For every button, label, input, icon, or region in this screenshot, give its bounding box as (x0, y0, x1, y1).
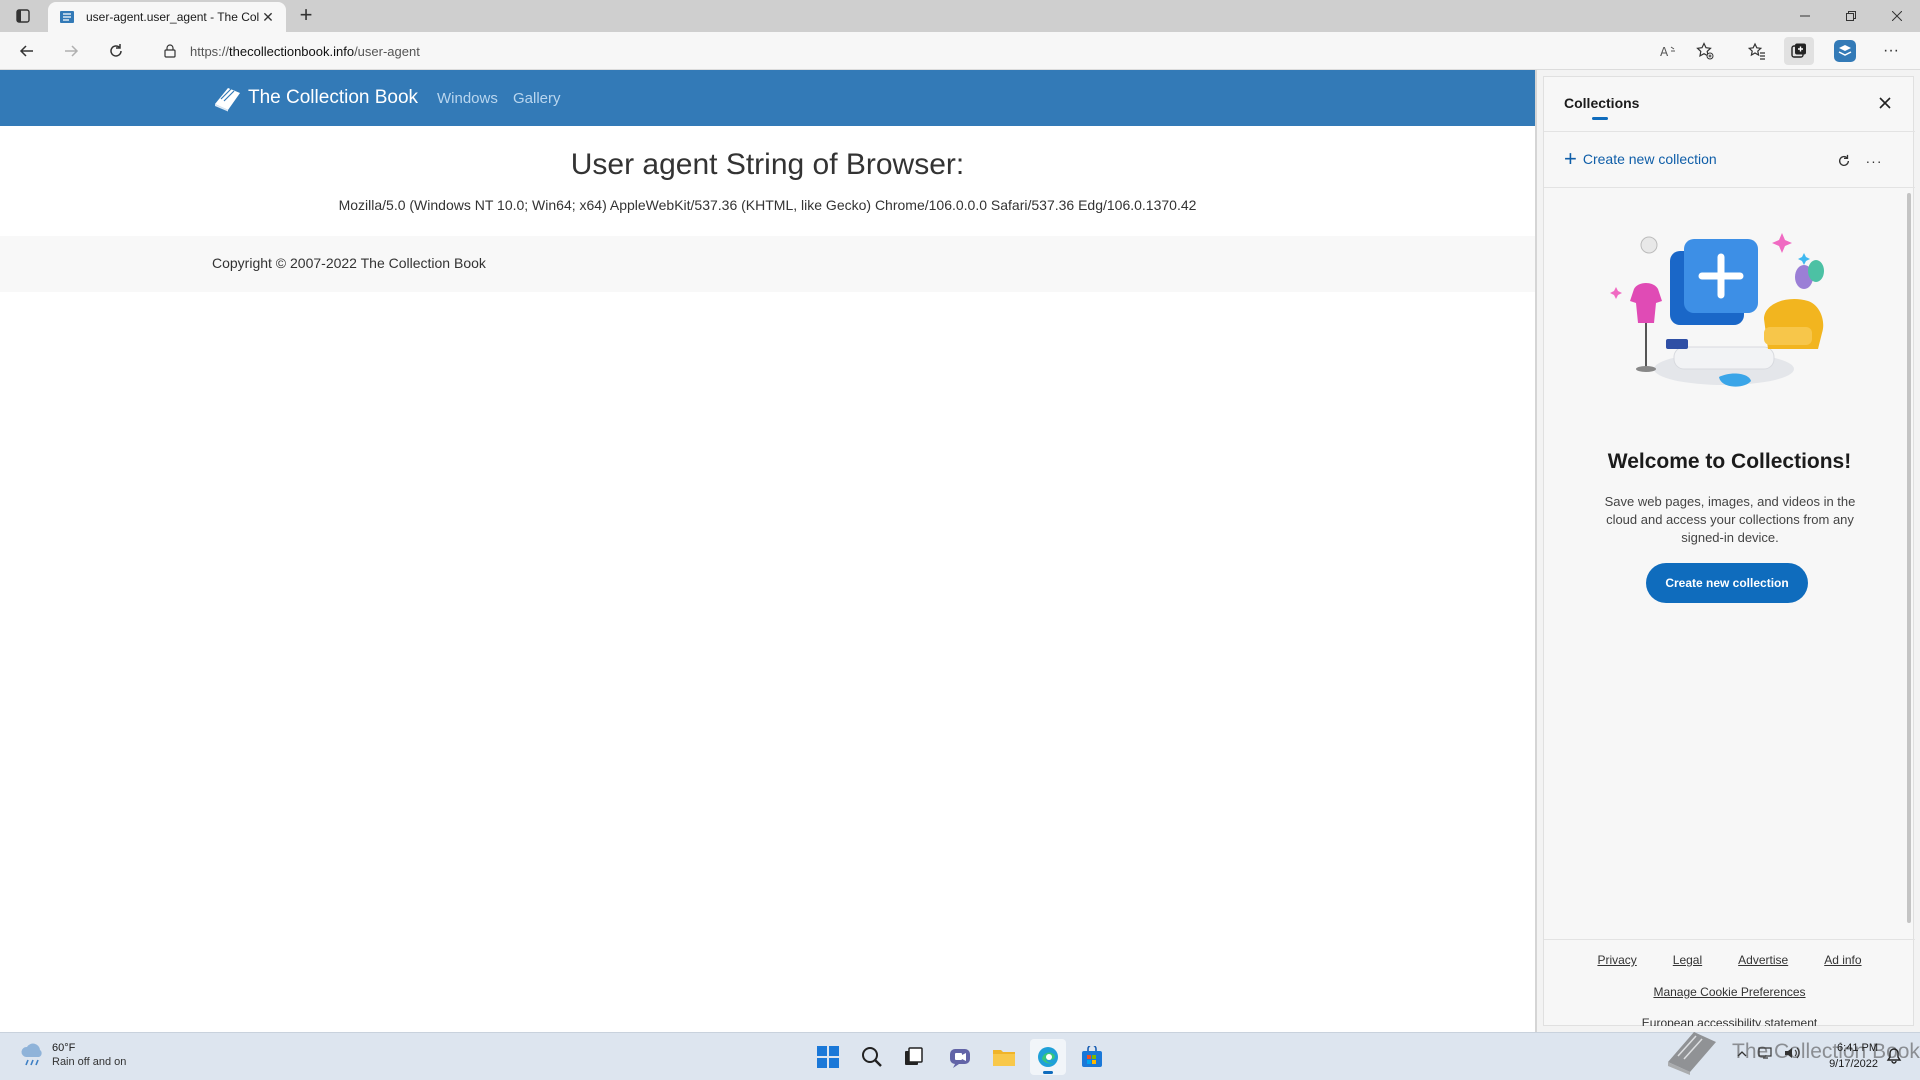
favorite-star-add-icon[interactable] (1690, 37, 1720, 65)
svg-text:A: A (1660, 45, 1669, 59)
welcome-heading: Welcome to Collections! (1607, 450, 1852, 473)
footer-links: Privacy Legal Advertise Ad info (1544, 953, 1915, 967)
back-arrow-icon[interactable] (12, 37, 42, 65)
clock-date: 9/17/2022 (1829, 1058, 1878, 1070)
close-window-icon[interactable] (1874, 0, 1920, 32)
site-brand-name: The Collection Book (248, 87, 419, 108)
tab-strip: user-agent.user_agent - The Coll ✕ + (0, 0, 1920, 32)
book-watermark-icon (1668, 1032, 1716, 1075)
lock-icon[interactable] (162, 43, 178, 59)
manage-cookie-preferences-link[interactable]: Manage Cookie Preferences (1544, 985, 1915, 999)
collections-panel: Collections + Create new collection ··· (1543, 76, 1915, 1026)
nav-link-gallery[interactable]: Gallery (513, 90, 561, 107)
tab-actions-icon[interactable] (12, 6, 34, 26)
plus-icon: + (1564, 146, 1577, 171)
start-windows-icon[interactable] (810, 1039, 846, 1075)
site-brand-link[interactable]: The Collection Book (212, 84, 418, 112)
window-controls (1782, 0, 1920, 32)
weather-temperature: 60°F (52, 1042, 76, 1054)
user-agent-string: Mozilla/5.0 (Windows NT 10.0; Win64; x64… (338, 197, 1197, 213)
file-explorer-icon[interactable] (986, 1039, 1022, 1075)
notification-bell-icon[interactable] (1886, 1048, 1902, 1064)
book-favicon-icon (58, 8, 76, 26)
browser-toolbar: https://thecollectionbook.info/user-agen… (0, 32, 1920, 70)
refresh-icon[interactable] (101, 37, 131, 65)
rain-cloud-icon (21, 1043, 42, 1066)
divider (1544, 187, 1915, 188)
page-title: User agent String of Browser: (570, 148, 965, 181)
address-bar[interactable]: https://thecollectionbook.info/user-agen… (144, 36, 1672, 66)
create-new-collection-button[interactable]: Create new collection (1646, 563, 1808, 603)
url-text[interactable]: https://thecollectionbook.info/user-agen… (190, 44, 420, 59)
read-aloud-icon[interactable]: A (1654, 37, 1684, 65)
tab-close-icon[interactable]: ✕ (260, 9, 276, 25)
close-icon[interactable] (1875, 93, 1895, 113)
book-logo-icon (215, 88, 240, 112)
task-view-icon[interactable] (896, 1039, 932, 1075)
legal-link[interactable]: Legal (1673, 953, 1702, 967)
collections-icon[interactable] (1784, 37, 1814, 65)
windows-taskbar: 60°F Rain off and on (0, 1032, 1920, 1080)
settings-more-icon[interactable]: ··· (1876, 37, 1906, 65)
system-tray (1736, 1046, 1800, 1065)
network-icon[interactable] (1758, 1046, 1774, 1065)
restore-icon[interactable] (1828, 0, 1874, 32)
active-app-indicator (1043, 1071, 1053, 1074)
microsoft-store-icon[interactable] (1074, 1039, 1110, 1075)
volume-icon[interactable] (1784, 1046, 1800, 1065)
site-navbar: The Collection Book Windows Gallery (0, 70, 1535, 126)
search-icon[interactable] (854, 1039, 890, 1075)
teams-chat-icon[interactable] (942, 1039, 978, 1075)
privacy-link[interactable]: Privacy (1597, 953, 1636, 967)
accessibility-statement-link[interactable]: European accessibility statement (1544, 1017, 1915, 1026)
more-options-icon[interactable]: ··· (1864, 151, 1884, 171)
welcome-description: Save web pages, images, and videos in th… (1604, 494, 1856, 545)
ad-info-link[interactable]: Ad info (1824, 953, 1861, 967)
new-tab-button[interactable]: + (294, 4, 318, 28)
chevron-up-icon[interactable] (1736, 1047, 1748, 1065)
title-underline (1592, 117, 1608, 120)
pane-scrollbar[interactable] (1907, 193, 1911, 923)
web-page: The Collection Book Windows Gallery User… (0, 70, 1535, 1032)
tab-title: user-agent.user_agent - The Coll (86, 10, 260, 24)
system-clock[interactable]: 6:41 PM 9/17/2022 (1818, 1040, 1878, 1072)
copyright-text: Copyright © 2007-2022 The Collection Boo… (212, 255, 486, 271)
divider (1544, 131, 1915, 132)
collections-pane: Collections + Create new collection ··· (1537, 70, 1920, 1032)
minimize-icon[interactable] (1782, 0, 1828, 32)
clock-time: 6:41 PM (1837, 1042, 1878, 1054)
edge-browser-icon[interactable] (1030, 1039, 1066, 1075)
create-new-collection-link[interactable]: + Create new collection (1564, 146, 1717, 171)
forward-arrow-icon[interactable] (56, 37, 86, 65)
collections-illustration (1610, 233, 1824, 387)
collections-title: Collections (1564, 95, 1640, 111)
active-tab[interactable]: user-agent.user_agent - The Coll ✕ (48, 2, 286, 32)
favorites-icon[interactable] (1742, 37, 1772, 65)
weather-widget[interactable]: 60°F Rain off and on (18, 1041, 126, 1069)
sync-refresh-icon[interactable] (1834, 151, 1854, 171)
site-footer: Copyright © 2007-2022 The Collection Boo… (0, 236, 1535, 292)
divider (1544, 939, 1915, 940)
advertise-link[interactable]: Advertise (1738, 953, 1788, 967)
create-link-label: Create new collection (1582, 151, 1717, 167)
profile-avatar-icon[interactable] (1830, 37, 1860, 65)
weather-condition: Rain off and on (52, 1056, 127, 1068)
nav-link-windows[interactable]: Windows (437, 90, 498, 107)
